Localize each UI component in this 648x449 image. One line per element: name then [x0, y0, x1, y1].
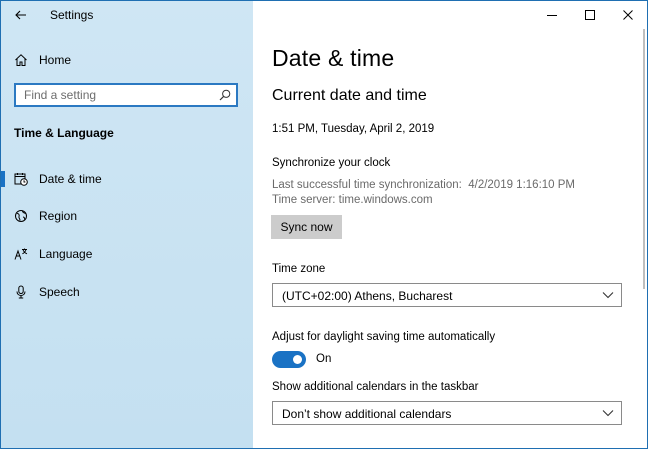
sidebar: Settings Home Time & Language Date & tim… [1, 1, 253, 448]
sidebar-item-label: Language [39, 247, 93, 261]
section-title: Current date and time [272, 87, 427, 104]
sync-now-button[interactable]: Sync now [271, 215, 342, 239]
app-title: Settings [50, 8, 94, 22]
maximize-icon [585, 10, 595, 20]
calendar-clock-icon [14, 173, 28, 186]
minimize-button[interactable] [533, 1, 571, 29]
search-input[interactable] [24, 87, 209, 103]
page-title: Date & time [272, 45, 395, 71]
back-button[interactable] [7, 3, 35, 27]
main-content: Date & time Current date and time 1:51 P… [253, 1, 647, 448]
time-server-text: Time server: time.windows.com [272, 194, 433, 206]
time-zone-value: (UTC+02:00) Athens, Bucharest [282, 289, 453, 303]
home-nav-item[interactable]: Home [1, 47, 253, 73]
additional-calendars-dropdown[interactable]: Don’t show additional calendars [272, 401, 622, 425]
toggle-state-label: On [316, 353, 332, 365]
language-icon [14, 248, 28, 260]
toggle-knob [293, 355, 302, 364]
sidebar-item-label: Speech [39, 285, 80, 299]
sidebar-item-speech[interactable]: Speech [1, 277, 253, 307]
chevron-down-icon [602, 410, 614, 417]
close-icon [623, 10, 633, 20]
time-zone-label: Time zone [272, 263, 326, 275]
daylight-saving-toggle[interactable] [272, 351, 306, 368]
sidebar-item-language[interactable]: Language [1, 239, 253, 269]
daylight-saving-label: Adjust for daylight saving time automati… [272, 331, 496, 343]
sidebar-item-label: Date & time [39, 172, 102, 186]
search-box[interactable] [14, 83, 238, 107]
additional-calendars-label: Show additional calendars in the taskbar [272, 381, 479, 393]
sidebar-section-title: Time & Language [14, 126, 114, 140]
sync-heading: Synchronize your clock [272, 157, 391, 169]
globe-icon [15, 210, 27, 222]
current-datetime: 1:51 PM, Tuesday, April 2, 2019 [272, 123, 435, 135]
maximize-button[interactable] [571, 1, 609, 29]
search-icon[interactable] [219, 89, 231, 101]
close-button[interactable] [609, 1, 647, 29]
settings-window: Settings Home Time & Language Date & tim… [0, 0, 648, 449]
back-arrow-icon [15, 10, 26, 20]
sidebar-item-region[interactable]: Region [1, 201, 253, 231]
home-icon [15, 54, 27, 66]
window-controls [533, 1, 647, 29]
last-sync-text: Last successful time synchronization: 4/… [272, 179, 575, 191]
time-zone-dropdown[interactable]: (UTC+02:00) Athens, Bucharest [272, 283, 622, 307]
sidebar-item-label: Region [39, 209, 78, 223]
chevron-down-icon [602, 292, 614, 299]
minimize-icon [547, 15, 557, 16]
scrollbar[interactable] [643, 29, 645, 289]
additional-calendars-value: Don’t show additional calendars [282, 407, 452, 421]
home-label: Home [39, 53, 72, 67]
microphone-icon [16, 285, 26, 299]
sidebar-item-date-time[interactable]: Date & time [1, 164, 253, 194]
